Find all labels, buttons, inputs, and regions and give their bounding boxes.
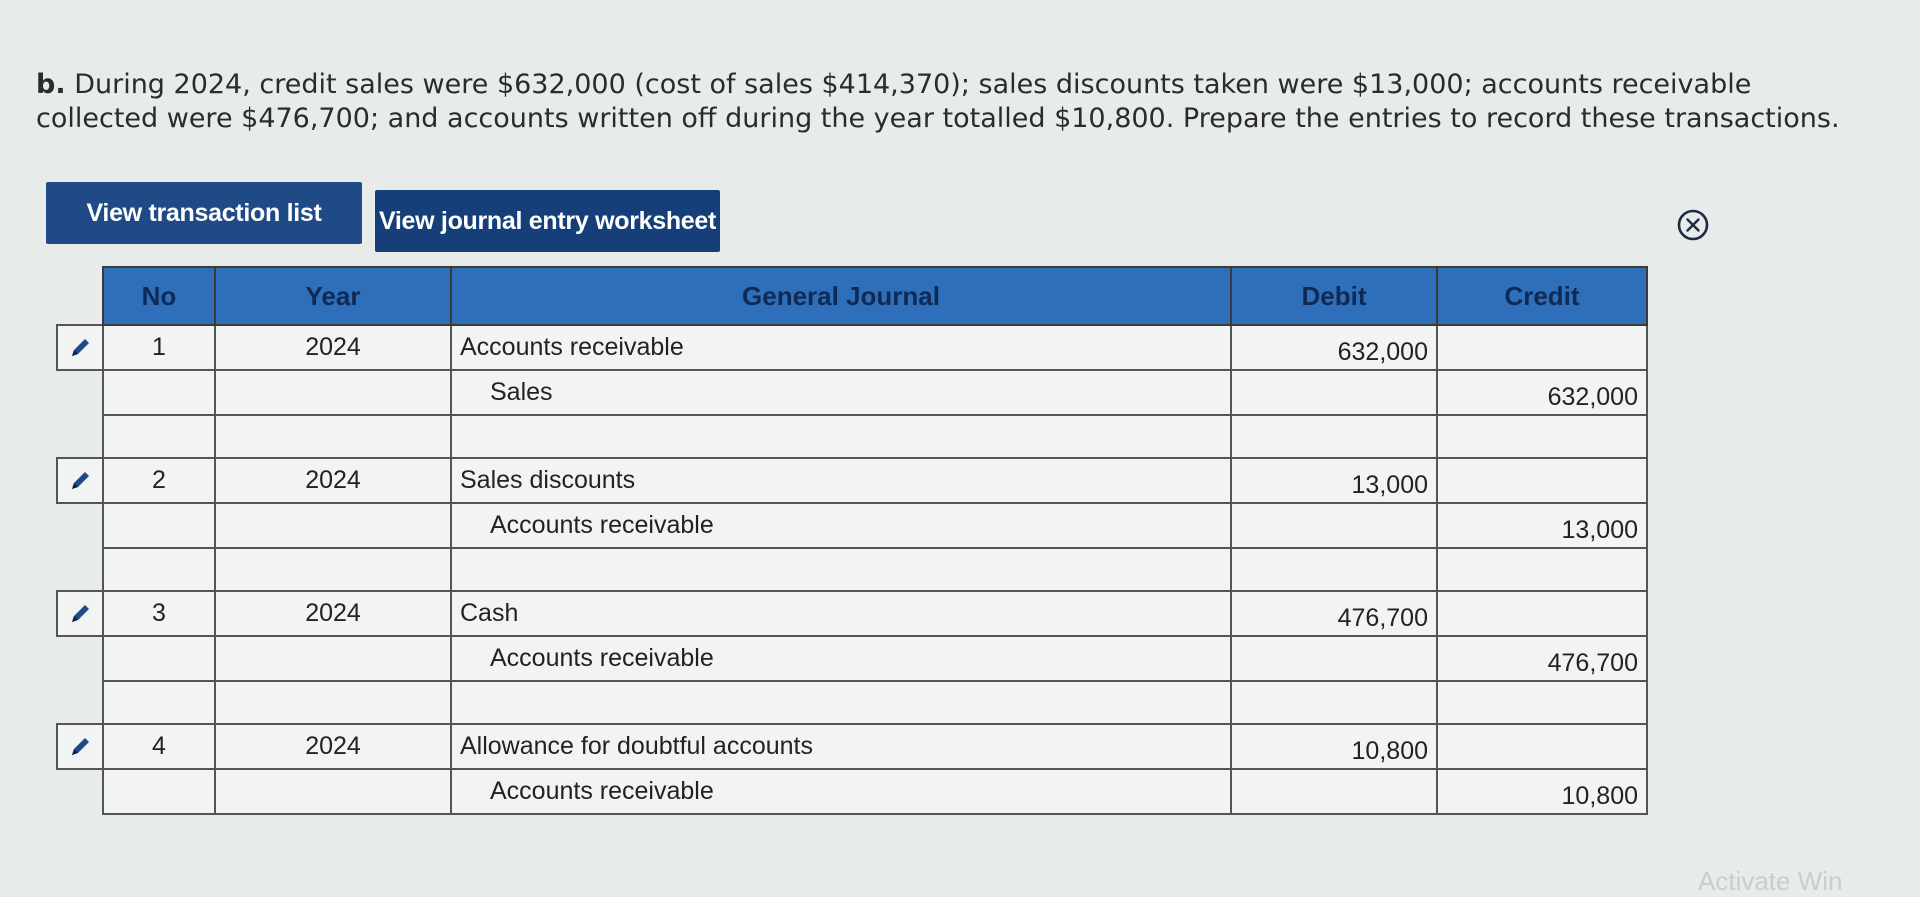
empty-cell [1436,547,1648,592]
edit-spacer [57,503,103,548]
empty-cell [450,414,1232,459]
debit-account: Cash [450,590,1232,637]
empty-cell [214,547,452,592]
credit-account: Sales [450,369,1232,416]
empty-cell [450,680,1232,725]
credit-amount: 476,700 [1436,635,1648,682]
edit-spacer [57,370,103,415]
entry-number: 1 [102,324,216,371]
entry-number: 2 [102,457,216,504]
table-row: 3 2024 Cash 476,700 [56,590,1648,637]
edit-spacer [57,636,103,681]
table-header-row: No Year General Journal Debit Credit [57,266,1648,326]
question-label: b. [36,69,66,100]
debit-account: Accounts receivable [450,324,1232,371]
credit-amount: 10,800 [1436,768,1648,815]
entry-number-empty [102,768,216,815]
year-column-header: Year [214,266,452,326]
credit-account: Accounts receivable [450,502,1232,549]
empty-cell [102,547,216,592]
pencil-icon [72,472,89,490]
table-row: Accounts receivable 10,800 [57,768,1648,815]
entry-year: 2024 [214,324,452,371]
debit-account: Sales discounts [450,457,1232,504]
debit-amount: 476,700 [1230,590,1438,637]
empty-cell [1230,680,1438,725]
view-journal-entry-worksheet-button[interactable]: View journal entry worksheet [375,190,720,252]
empty-cell [1230,414,1438,459]
empty-cell [102,414,216,459]
view-transaction-list-button[interactable]: View transaction list [46,182,362,244]
debit-column-header: Debit [1230,266,1438,326]
debit-amount-empty [1230,768,1438,815]
credit-amount-empty [1436,723,1648,770]
empty-cell [1230,547,1438,592]
credit-account: Accounts receivable [450,768,1232,815]
entry-number: 4 [102,723,216,770]
activate-windows-watermark: Activate Win [1698,866,1843,896]
pencil-icon [72,738,89,756]
empty-cell [102,680,216,725]
edit-spacer [57,415,103,458]
close-icon[interactable] [1676,208,1710,242]
empty-cell [450,547,1232,592]
table-row: 2 2024 Sales discounts 13,000 [56,457,1648,504]
edit-entry-button[interactable] [56,723,104,770]
entry-year: 2024 [214,723,452,770]
entry-year: 2024 [214,590,452,637]
debit-amount: 632,000 [1230,324,1438,371]
debit-amount-empty [1230,502,1438,549]
question-body: During 2024, credit sales were $632,000 … [36,69,1840,134]
entry-year-empty [214,502,452,549]
table-row-spacer [57,547,1648,592]
table-row-spacer [57,680,1648,725]
credit-amount: 632,000 [1436,369,1648,416]
pencil-icon [72,605,89,623]
debit-amount: 10,800 [1230,723,1438,770]
general-journal-table: No Year General Journal Debit Credit 1 2… [56,266,1648,815]
no-column-header: No [102,266,216,326]
credit-account: Accounts receivable [450,635,1232,682]
entry-year-empty [214,635,452,682]
empty-cell [1436,680,1648,725]
entry-number: 3 [102,590,216,637]
edit-column-header [57,267,103,325]
entry-number-empty [102,635,216,682]
table-row: Accounts receivable 13,000 [57,502,1648,549]
table-row-spacer [57,414,1648,459]
entry-year-empty [214,369,452,416]
edit-entry-button[interactable] [56,457,104,504]
entry-number-empty [102,502,216,549]
pencil-icon [72,339,89,357]
question-text: b. During 2024, credit sales were $632,0… [36,68,1876,136]
debit-amount: 13,000 [1230,457,1438,504]
entry-number-empty [102,369,216,416]
table-row: 1 2024 Accounts receivable 632,000 [56,324,1648,371]
debit-amount-empty [1230,369,1438,416]
table-row: Accounts receivable 476,700 [57,635,1648,682]
empty-cell [214,414,452,459]
credit-amount-empty [1436,457,1648,504]
table-row: 4 2024 Allowance for doubtful accounts 1… [56,723,1648,770]
empty-cell [214,680,452,725]
credit-column-header: Credit [1436,266,1648,326]
empty-cell [1436,414,1648,459]
edit-entry-button[interactable] [56,324,104,371]
credit-amount-empty [1436,324,1648,371]
edit-spacer [57,681,103,724]
edit-spacer [57,548,103,591]
table-row: Sales 632,000 [57,369,1648,416]
general-journal-column-header: General Journal [450,266,1232,326]
credit-amount-empty [1436,590,1648,637]
edit-entry-button[interactable] [56,590,104,637]
edit-spacer [57,769,103,814]
entry-year: 2024 [214,457,452,504]
debit-account: Allowance for doubtful accounts [450,723,1232,770]
credit-amount: 13,000 [1436,502,1648,549]
entry-year-empty [214,768,452,815]
debit-amount-empty [1230,635,1438,682]
